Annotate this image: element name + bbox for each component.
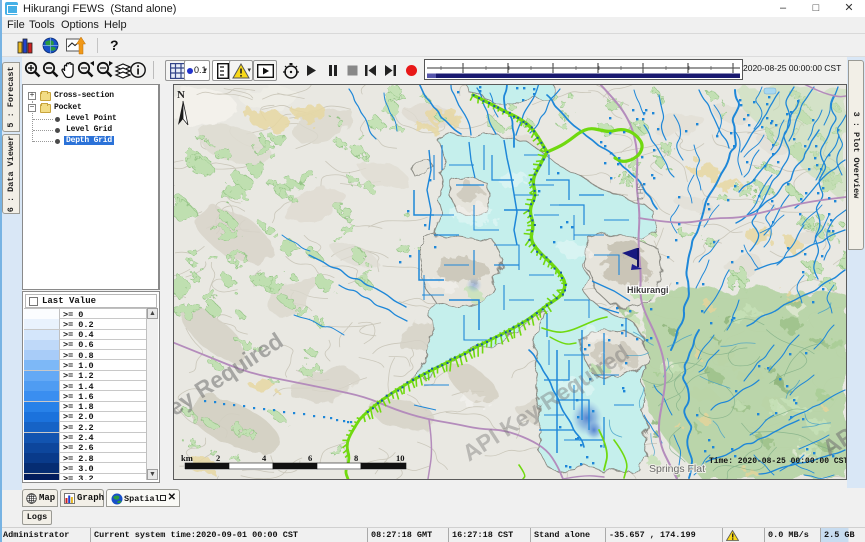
svg-text:Springs Flat: Springs Flat bbox=[649, 463, 705, 475]
svg-text:Time: 2020-08-25 00:00:00 CST: Time: 2020-08-25 00:00:00 CST bbox=[709, 457, 846, 466]
svg-text:8: 8 bbox=[354, 453, 358, 463]
svg-text:km: km bbox=[181, 453, 193, 463]
svg-text:Hikurangi: Hikurangi bbox=[627, 285, 669, 295]
svg-text:N: N bbox=[177, 89, 185, 101]
svg-text:2: 2 bbox=[216, 453, 220, 463]
svg-text:10: 10 bbox=[396, 453, 405, 463]
svg-text:SH 1: SH 1 bbox=[635, 183, 644, 201]
svg-text:6: 6 bbox=[308, 453, 312, 463]
